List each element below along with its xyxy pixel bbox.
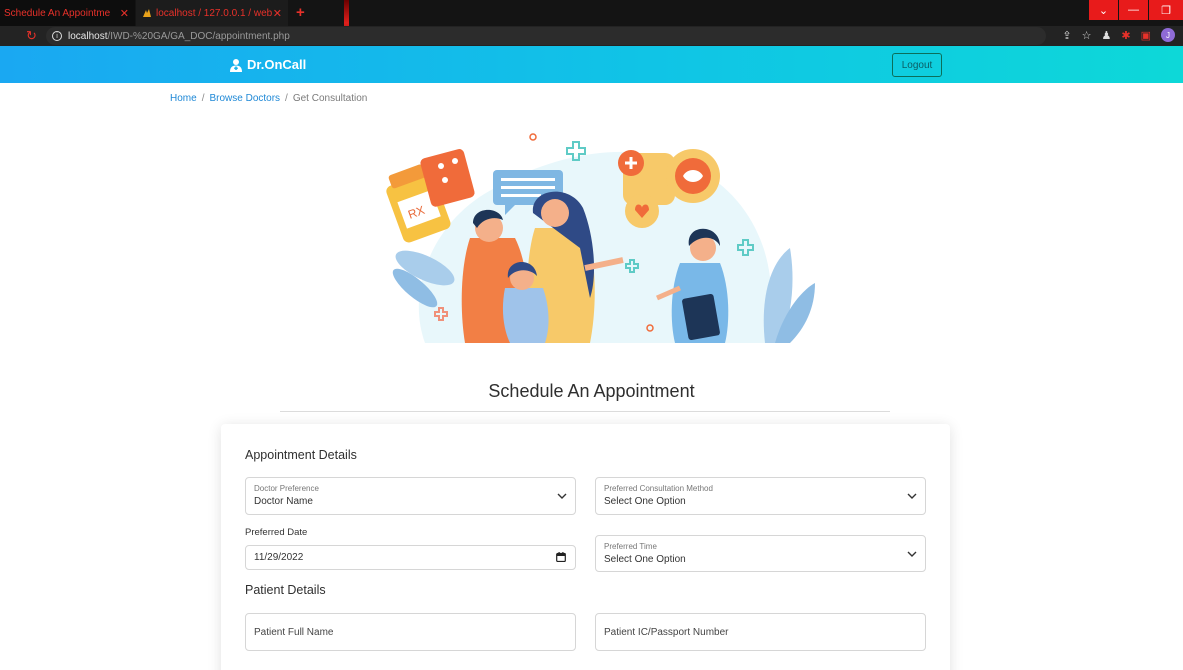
chevron-down-icon bbox=[557, 493, 567, 499]
preferred-date-label: Preferred Date bbox=[245, 527, 308, 538]
breadcrumb-browse-doctors[interactable]: Browse Doctors bbox=[209, 93, 280, 104]
logout-button[interactable]: Logout bbox=[892, 53, 942, 77]
minimize-button[interactable]: — bbox=[1119, 0, 1148, 20]
field-placeholder: Patient Full Name bbox=[254, 627, 334, 638]
patient-ic-passport-input[interactable]: Patient IC/Passport Number bbox=[595, 613, 926, 651]
appointment-details-heading: Appointment Details bbox=[245, 448, 357, 462]
preferred-time-select[interactable]: Preferred Time Select One Option bbox=[595, 535, 926, 572]
url-field[interactable]: i localhost/IWD-%20GA/GA_DOC/appointment… bbox=[46, 27, 1046, 45]
browser-tab-bar: Schedule An Appointment ✕ localhost / 12… bbox=[0, 0, 1183, 26]
doctor-preference-select[interactable]: Doctor Preference Doctor Name bbox=[245, 477, 576, 515]
puzzle-icon[interactable]: ✱ bbox=[1121, 29, 1130, 42]
tab-schedule-appointment[interactable]: Schedule An Appointment ✕ bbox=[0, 0, 135, 26]
profile-avatar[interactable]: J bbox=[1161, 28, 1175, 42]
star-icon[interactable]: ☆ bbox=[1082, 29, 1092, 42]
new-tab-button[interactable]: + bbox=[296, 4, 305, 21]
field-value: Select One Option bbox=[604, 554, 686, 565]
breadcrumb: Home / Browse Doctors / Get Consultation bbox=[170, 93, 367, 104]
field-label: Preferred Consultation Method bbox=[604, 484, 713, 493]
share-icon[interactable]: ⇪ bbox=[1062, 29, 1071, 42]
calendar-icon[interactable] bbox=[556, 552, 566, 562]
date-value: 11/29/2022 bbox=[254, 552, 304, 563]
field-label: Doctor Preference bbox=[254, 484, 319, 493]
breadcrumb-current: Get Consultation bbox=[292, 93, 368, 104]
tab-phpmyadmin[interactable]: localhost / 127.0.0.1 / web_assig ✕ bbox=[136, 0, 288, 26]
breadcrumb-separator: / bbox=[201, 93, 205, 104]
patient-details-heading: Patient Details bbox=[245, 583, 326, 597]
restore-button[interactable]: ❐ bbox=[1149, 0, 1183, 20]
field-placeholder: Patient IC/Passport Number bbox=[604, 627, 729, 638]
extension-icon[interactable]: ♟ bbox=[1102, 29, 1112, 42]
chevron-down-icon bbox=[907, 493, 917, 499]
consultation-method-select[interactable]: Preferred Consultation Method Select One… bbox=[595, 477, 926, 515]
page-title: Schedule An Appointment bbox=[488, 381, 695, 401]
tab-title: localhost / 127.0.0.1 / web_assig bbox=[156, 7, 272, 19]
url-text: localhost/IWD-%20GA/GA_DOC/appointment.p… bbox=[68, 30, 290, 42]
title-divider bbox=[280, 411, 890, 412]
breadcrumb-separator: / bbox=[285, 93, 288, 104]
user-icon bbox=[230, 58, 242, 72]
phpmyadmin-icon bbox=[143, 9, 151, 17]
close-icon[interactable]: ✕ bbox=[273, 7, 282, 20]
brand-link[interactable]: Dr.OnCall bbox=[230, 57, 306, 72]
tab-search-button[interactable]: ⌄ bbox=[1089, 0, 1118, 20]
chevron-down-icon bbox=[907, 551, 917, 557]
appointment-form-card: Appointment Details Doctor Preference Do… bbox=[221, 424, 950, 670]
info-icon[interactable]: i bbox=[52, 31, 62, 41]
field-value: Select One Option bbox=[604, 496, 686, 507]
field-value: Doctor Name bbox=[254, 496, 313, 507]
site-navbar: Dr.OnCall Logout bbox=[0, 46, 1183, 83]
reload-icon[interactable]: ↻ bbox=[26, 28, 37, 44]
tab-title: Schedule An Appointment bbox=[4, 7, 110, 19]
browser-toolbar-icons: ⇪ ☆ ♟ ✱ ▣ J bbox=[1062, 28, 1175, 42]
brand-name: Dr.OnCall bbox=[247, 57, 307, 72]
close-icon[interactable]: ✕ bbox=[120, 7, 129, 20]
patient-full-name-input[interactable]: Patient Full Name bbox=[245, 613, 576, 651]
field-label: Preferred Time bbox=[604, 542, 657, 551]
breadcrumb-home[interactable]: Home bbox=[170, 93, 197, 104]
consultation-illustration: RX bbox=[386, 133, 815, 343]
address-bar: ↻ i localhost/IWD-%20GA/GA_DOC/appointme… bbox=[0, 26, 1183, 46]
preferred-date-input[interactable]: 11/29/2022 bbox=[245, 545, 576, 570]
sidebar-icon[interactable]: ▣ bbox=[1141, 29, 1151, 42]
